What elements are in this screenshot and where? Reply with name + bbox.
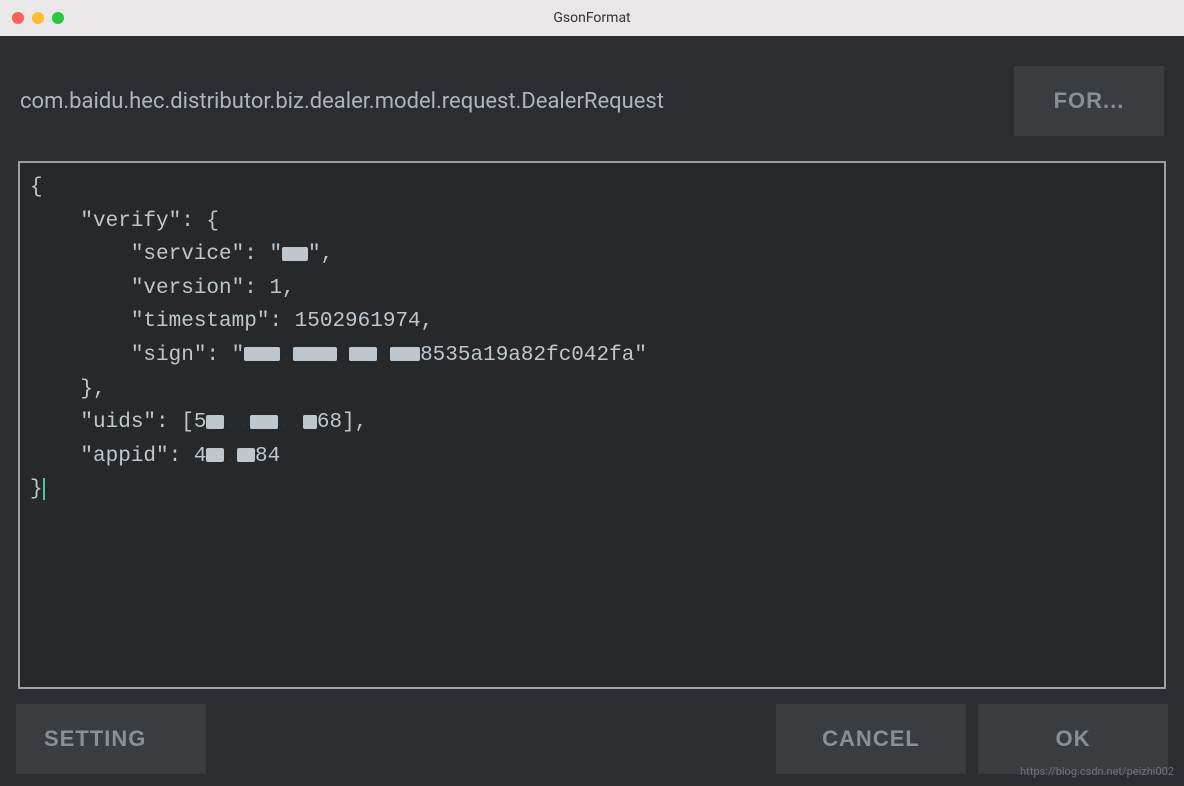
json-line: { — [30, 176, 43, 199]
json-line: "uids": [5....68], — [30, 411, 367, 434]
json-line: } — [30, 478, 45, 501]
format-button[interactable]: FOR... — [1014, 66, 1164, 136]
cancel-button[interactable]: CANCEL — [776, 704, 966, 774]
minimize-window-button[interactable] — [32, 12, 44, 24]
json-input-textarea[interactable]: { "verify": { "service": "", "version": … — [30, 171, 1154, 679]
target-class-path: com.baidu.hec.distributor.biz.dealer.mod… — [20, 89, 1014, 114]
dialog-content: com.baidu.hec.distributor.biz.dealer.mod… — [0, 36, 1184, 786]
button-spacer — [218, 704, 764, 774]
maximize-window-button[interactable] — [52, 12, 64, 24]
json-line: "version": 1, — [30, 277, 295, 300]
close-window-button[interactable] — [12, 12, 24, 24]
json-line: "appid": 4.84 — [30, 445, 280, 468]
ok-button[interactable]: OK — [978, 704, 1168, 774]
traffic-lights — [0, 12, 64, 24]
json-line: "timestamp": 1502961974, — [30, 310, 433, 333]
text-cursor — [43, 478, 45, 500]
json-line: "service": "", — [30, 243, 333, 266]
json-line: }, — [30, 378, 106, 401]
json-line: "sign": "...8535a19a82fc042fa" — [30, 344, 647, 367]
json-line: "verify": { — [30, 210, 219, 233]
header-row: com.baidu.hec.distributor.biz.dealer.mod… — [0, 36, 1184, 151]
window-title: GsonFormat — [553, 10, 630, 26]
json-input-container[interactable]: { "verify": { "service": "", "version": … — [18, 161, 1166, 689]
setting-button[interactable]: SETTING — [16, 704, 206, 774]
button-row: SETTING CANCEL OK — [0, 704, 1184, 786]
titlebar: GsonFormat — [0, 0, 1184, 36]
